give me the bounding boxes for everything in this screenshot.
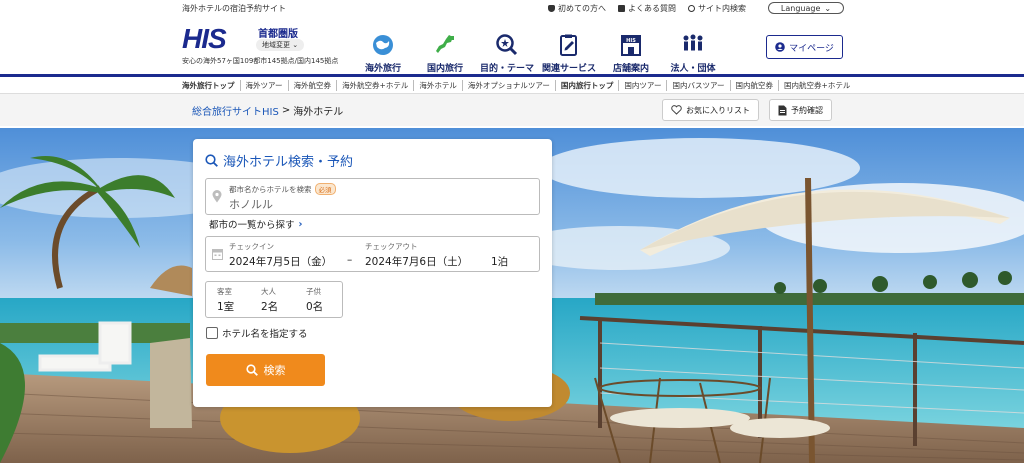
utility-bar: 海外ホテルの宿泊予約サイト 初めての方へ よくある質問 サイト内検索 Langu… — [0, 0, 1024, 16]
nav-stores[interactable]: HIS 店舗案内 — [600, 25, 662, 74]
site-description: 海外ホテルの宿泊予約サイト — [182, 3, 286, 13]
required-badge: 必須 — [314, 183, 336, 195]
nights-value: 1泊 — [491, 256, 509, 268]
store-icon: HIS — [618, 33, 644, 57]
search-button[interactable]: 検索 — [206, 354, 325, 386]
search-icon — [205, 154, 218, 167]
japan-map-icon — [432, 33, 458, 57]
clipboard-pen-icon — [556, 33, 582, 57]
city-value: ホノルル — [229, 198, 273, 211]
checkbox-box[interactable] — [206, 327, 218, 339]
mypage-button[interactable]: マイページ — [766, 35, 843, 59]
children-value: 0名 — [306, 301, 324, 313]
magnifier-star-icon — [494, 33, 520, 57]
site-search-link[interactable]: サイト内検索 — [688, 3, 746, 14]
main-nav: 海外旅行 国内旅行 目的・テーマ 関連サービス HIS 店舗案内 法人・団体 — [352, 16, 724, 74]
language-select[interactable]: Language ⌄ — [768, 2, 844, 14]
svg-text:HIS: HIS — [626, 38, 636, 44]
region-change-button[interactable]: 地域変更 ⌄ — [256, 39, 305, 51]
rooms-label: 客室 — [217, 287, 232, 296]
utility-links: 初めての方へ よくある質問 サイト内検索 Language ⌄ — [548, 2, 844, 14]
breadcrumb-home-link[interactable]: 総合旅行サイトHIS — [192, 103, 279, 118]
favorites-button[interactable]: お気に入りリスト — [662, 99, 759, 121]
faq-link[interactable]: よくある質問 — [618, 3, 676, 14]
first-time-link[interactable]: 初めての方へ — [548, 3, 606, 14]
his-logo[interactable]: HIS — [182, 23, 227, 55]
search-icon — [688, 4, 695, 12]
nav-theme[interactable]: 目的・テーマ — [476, 25, 538, 74]
subnav-item[interactable]: 海外旅行トップ — [182, 79, 241, 91]
children-label: 子供 — [306, 287, 321, 296]
breadcrumb-row: 総合旅行サイトHIS > 海外ホテル お気に入りリスト 予約確認 — [0, 94, 1024, 126]
subnav-item[interactable]: 海外ホテル — [414, 79, 463, 91]
date-range-input[interactable]: チェックイン 2024年7月5日（金） – チェックアウト 2024年7月6日（… — [205, 236, 540, 272]
adults-label: 大人 — [261, 287, 276, 296]
main-header: HIS 首都圏版 地域変更 ⌄ 安心の海外57ヶ国109都市145拠点/国内14… — [0, 16, 1024, 74]
region-label: 首都圏版 — [258, 29, 298, 40]
breadcrumb-separator: > — [281, 104, 291, 116]
adults-value: 2名 — [261, 301, 279, 313]
nav-services[interactable]: 関連サービス — [538, 25, 600, 74]
chevron-right-icon: › — [298, 218, 303, 230]
nav-corporate[interactable]: 法人・団体 — [662, 25, 724, 74]
chevron-down-icon: ⌄ — [824, 3, 832, 13]
hotel-name-checkbox[interactable]: ホテル名を指定する — [206, 326, 308, 340]
checkout-label: チェックアウト — [365, 242, 418, 251]
subnav-item[interactable]: 海外オプショナルツアー — [463, 79, 556, 91]
location-pin-icon — [212, 190, 222, 203]
nav-domestic[interactable]: 国内旅行 — [414, 25, 476, 74]
date-separator: – — [347, 254, 353, 266]
checkout-value[interactable]: 2024年7月6日（土） — [365, 254, 468, 269]
breadcrumb-current: 海外ホテル — [293, 106, 344, 118]
subnav-item[interactable]: 国内航空券 — [731, 79, 780, 91]
sub-nav: 海外旅行トップ 海外ツアー 海外航空券 海外航空券+ホテル 海外ホテル 海外オプ… — [0, 77, 1024, 94]
shield-icon — [548, 4, 555, 12]
user-icon — [775, 42, 785, 52]
search-card-title: 海外ホテル検索・予約 — [205, 151, 353, 170]
people-group-icon — [680, 33, 706, 57]
reservation-check-button[interactable]: 予約確認 — [769, 99, 832, 121]
globe-icon — [370, 33, 396, 57]
heart-icon — [671, 105, 682, 115]
document-icon — [778, 105, 787, 115]
rooms-value: 1室 — [217, 301, 235, 313]
calendar-icon — [212, 249, 223, 260]
subnav-item[interactable]: 国内航空券+ホテル — [779, 80, 855, 91]
guests-input[interactable]: 客室 1室 大人 2名 子供 0名 — [205, 281, 343, 318]
subnav-item[interactable]: 海外ツアー — [241, 79, 289, 91]
hotel-name-checkbox-label: ホテル名を指定する — [222, 329, 308, 340]
subnav-item[interactable]: 海外航空券 — [289, 79, 338, 91]
city-label: 都市名からホテルを検索 必須 — [229, 183, 336, 195]
subnav-item[interactable]: 国内旅行トップ — [556, 79, 620, 91]
checkin-value[interactable]: 2024年7月5日（金） — [229, 254, 332, 269]
checkin-label: チェックイン — [229, 242, 274, 251]
subnav-item[interactable]: 海外航空券+ホテル — [337, 79, 415, 91]
nav-overseas[interactable]: 海外旅行 — [352, 25, 414, 74]
city-list-link[interactable]: 都市の一覧から探す › — [209, 217, 303, 232]
brand-block: HIS 首都圏版 地域変更 ⌄ 安心の海外57ヶ国109都市145拠点/国内14… — [182, 16, 352, 74]
tagline: 安心の海外57ヶ国109都市145拠点/国内145拠点 — [182, 57, 339, 65]
breadcrumb: 総合旅行サイトHIS > 海外ホテル — [192, 103, 343, 118]
hotel-search-card: 海外ホテル検索・予約 都市名からホテルを検索 必須 ホノルル 都市の一覧から探す ›… — [193, 139, 552, 407]
subnav-item[interactable]: 国内ツアー — [619, 79, 668, 91]
subnav-item[interactable]: 国内バスツアー — [667, 79, 731, 91]
search-icon — [245, 364, 258, 376]
chat-icon — [618, 4, 625, 12]
city-search-input[interactable]: 都市名からホテルを検索 必須 ホノルル — [205, 178, 540, 215]
breadcrumb-actions: お気に入りリスト 予約確認 — [662, 99, 832, 121]
